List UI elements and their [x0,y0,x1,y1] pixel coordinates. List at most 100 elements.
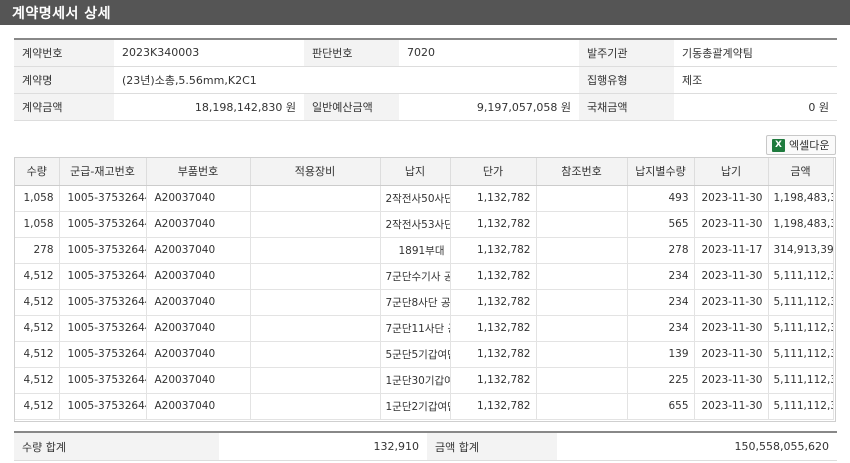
cell-equipment [250,263,381,290]
cell-unit-price: 1,132,782 [450,289,537,316]
cell-stock-number: 1005-375326444 [59,341,147,368]
cell-equipment [250,341,381,368]
cell-stock-number: 1005-375326444 [59,367,147,394]
cell-delivery-date: 2023-11-30 [694,341,769,368]
cell-delivery-date: 2023-11-30 [694,211,769,238]
cell-delivery-date: 2023-11-30 [694,185,769,212]
column-header-amount[interactable]: 금액 [768,158,834,186]
cell-equipment [250,315,381,342]
cell-reference-number [536,341,628,368]
cell-equipment [250,289,381,316]
cell-delivery-place: 7군단수기사 공 [380,263,451,290]
table-row[interactable]: 4,5121005-375326444A20037040 5군단5기갑여단1,13… [15,341,834,368]
table-row[interactable]: 4,5121005-375326444A20037040 7군단수기사 공1,13… [15,263,834,290]
cell-unit-price: 1,132,782 [450,367,537,394]
cell-stock-number: 1005-375326444 [59,263,147,290]
column-header-equipment[interactable]: 적용장비 [250,158,381,186]
grid-header-row: 수량 군급-재고번호 부품번호 적용장비 납지 단가 참조번호 납지별수량 납기 금액 [15,158,834,186]
cell-reference-number [536,185,628,212]
cell-delivery-qty: 655 [627,393,695,420]
cell-part-number: A20037040 [146,263,251,290]
cell-reference-number [536,263,628,290]
cell-reference-number [536,315,628,342]
cell-stock-number: 1005-375326444 [59,393,147,420]
table-row[interactable]: 1,0581005-375326444A20037040 2작전사53사단1,13… [15,211,834,238]
cell-unit-price: 1,132,782 [450,393,537,420]
cell-amount: 1,198,483,356 [768,211,834,238]
table-row[interactable]: 4,5121005-375326444A20037040 1군단2기갑여단1,13… [15,393,834,420]
cell-amount: 1,198,483,356 [768,185,834,212]
item-grid[interactable]: 수량 군급-재고번호 부품번호 적용장비 납지 단가 참조번호 납지별수량 납기 금액 1,058… [14,157,836,422]
column-header-qty[interactable]: 수량 [15,158,60,186]
cell-delivery-place: 1군단30기갑여 [380,367,451,394]
table-row[interactable]: 4,5121005-375326444A20037040 1군단30기갑여1,13… [15,367,834,394]
info-row: 계약금액 18,198,142,830 원 일반예산금액 9,197,057,0… [14,93,837,121]
column-header-delivery-qty[interactable]: 납지별수량 [627,158,695,186]
cell-delivery-date: 2023-11-30 [694,315,769,342]
contract-amount-label: 계약금액 [14,93,114,121]
table-row[interactable]: 4,5121005-375326444A20037040 7군단8사단 공!1,1… [15,289,834,316]
cell-delivery-place: 1군단2기갑여단 [380,393,451,420]
judgment-number-label: 판단번호 [304,39,399,67]
cell-stock-number: 1005-375326444 [59,315,147,342]
cell-amount: 5,111,112,384 [768,289,834,316]
cell-unit-price: 1,132,782 [450,341,537,368]
cell-part-number: A20037040 [146,315,251,342]
cell-part-number: A20037040 [146,237,251,264]
contract-number-label: 계약번호 [14,39,114,67]
cell-reference-number [536,237,628,264]
ordering-agency-label: 발주기관 [579,39,674,67]
execution-type-label: 집행유형 [579,66,674,94]
window-titlebar: 계약명세서 상세 [0,0,850,25]
cell-delivery-date: 2023-11-30 [694,263,769,290]
totals-row: 수량 합계 132,910 금액 합계 150,558,055,620 [14,432,837,461]
cell-qty: 1,058 [15,211,60,238]
contract-amount-value: 18,198,142,830 원 [114,93,304,121]
general-budget-value: 9,197,057,058 원 [399,93,579,121]
table-row[interactable]: 2781005-375326444A200370401891부대1,132,78… [15,237,834,264]
cell-part-number: A20037040 [146,393,251,420]
column-header-unit-price[interactable]: 단가 [450,158,537,186]
cell-part-number: A20037040 [146,289,251,316]
cell-delivery-place: 2작전사50사단 [380,185,451,212]
cell-qty: 1,058 [15,185,60,212]
total-qty-label: 수량 합계 [14,432,219,461]
cell-unit-price: 1,132,782 [450,237,537,264]
info-row: 계약번호 2023K340003 판단번호 7020 발주기관 기동총괄계약팀 [14,39,837,67]
column-header-stock-number[interactable]: 군급-재고번호 [59,158,147,186]
table-row[interactable]: 4,5121005-375326444A20037040 7군단11사단 공1,1… [15,315,834,342]
table-row[interactable]: 1,0581005-375326444A20037040 2작전사50사단1,13… [15,185,834,212]
window-title: 계약명세서 상세 [12,6,112,22]
cell-delivery-place: 7군단11사단 공 [380,315,451,342]
column-header-delivery-place[interactable]: 납지 [380,158,451,186]
cell-unit-price: 1,132,782 [450,211,537,238]
excel-download-label: 엑셀다운 [789,139,830,152]
cell-reference-number [536,211,628,238]
cell-qty: 4,512 [15,341,60,368]
national-bond-label: 국채금액 [579,93,674,121]
cell-unit-price: 1,132,782 [450,315,537,342]
cell-qty: 4,512 [15,315,60,342]
cell-stock-number: 1005-375326444 [59,211,147,238]
excel-icon: X [772,138,785,152]
cell-stock-number: 1005-375326444 [59,289,147,316]
cell-part-number: A20037040 [146,211,251,238]
cell-unit-price: 1,132,782 [450,263,537,290]
execution-type-value: 제조 [674,66,837,94]
total-qty-value: 132,910 [219,432,427,461]
cell-equipment [250,211,381,238]
totals-table: 수량 합계 132,910 금액 합계 150,558,055,620 [14,431,837,461]
cell-equipment [250,367,381,394]
total-amount-label: 금액 합계 [427,432,557,461]
cell-delivery-qty: 234 [627,315,695,342]
cell-amount: 5,111,112,384 [768,367,834,394]
column-header-part-number[interactable]: 부품번호 [146,158,251,186]
cell-delivery-qty: 234 [627,289,695,316]
cell-delivery-date: 2023-11-30 [694,289,769,316]
cell-delivery-qty: 565 [627,211,695,238]
column-header-reference-number[interactable]: 참조번호 [536,158,628,186]
contract-name-label: 계약명 [14,66,114,94]
excel-download-button[interactable]: X 엑셀다운 [766,135,836,155]
cell-equipment [250,185,381,212]
column-header-delivery-date[interactable]: 납기 [694,158,769,186]
